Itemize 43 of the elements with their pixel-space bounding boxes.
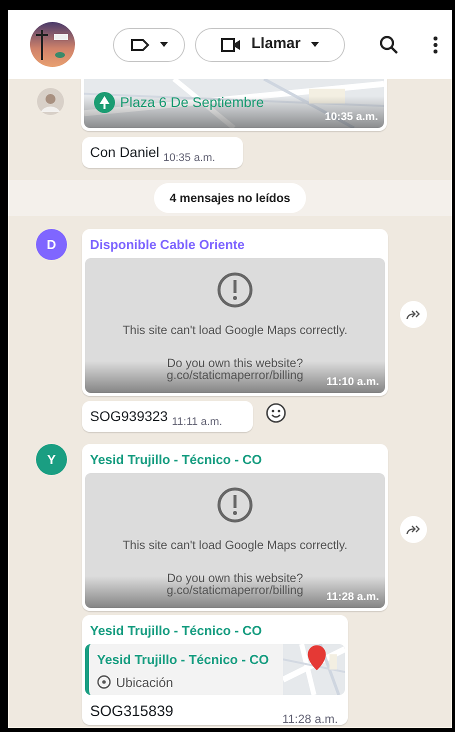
error-hint: Do you own this website? <box>166 357 304 369</box>
video-camera-icon <box>221 38 242 52</box>
quoted-location[interactable]: Yesid Trujillo - Técnico - CO Ubicación <box>85 644 345 695</box>
place-name: Plaza 6 De Septiembre <box>120 93 264 112</box>
sender-name: Disponible Cable Oriente <box>89 236 246 254</box>
error-hint: Do you own this website? <box>166 572 304 584</box>
warning-icon <box>217 272 253 308</box>
message-text: SOG315839 <box>90 702 174 722</box>
timestamp: 10:35 a.m. <box>324 110 378 124</box>
timestamp: 10:35 a.m. <box>163 150 216 166</box>
timestamp: 11:28 a.m. <box>326 590 379 604</box>
sender-avatar[interactable] <box>37 88 64 115</box>
emoji-reaction-button[interactable] <box>265 402 287 424</box>
label-icon <box>130 38 150 52</box>
group-avatar[interactable] <box>30 22 75 67</box>
timestamp: 11:28 a.m. <box>282 710 338 728</box>
search-icon <box>379 34 399 54</box>
timestamp: 11:11 a.m. <box>172 414 222 430</box>
sender-avatar[interactable]: D <box>36 229 67 260</box>
sender-avatar[interactable]: Y <box>36 444 67 475</box>
quoted-sender: Yesid Trujillo - Técnico - CO <box>97 651 270 669</box>
warning-icon <box>217 487 253 523</box>
sender-name: Yesid Trujillo - Técnico - CO <box>89 622 263 640</box>
location-pin-icon <box>97 675 111 690</box>
sender-name: Yesid Trujillo - Técnico - CO <box>89 451 263 469</box>
caret-icon <box>310 42 319 47</box>
forward-button[interactable] <box>400 301 427 328</box>
label-dropdown[interactable] <box>113 28 185 62</box>
call-button[interactable]: Llamar <box>195 28 345 62</box>
caret-icon <box>160 42 168 47</box>
error-text: This site can't load Google Maps correctly. <box>122 322 348 339</box>
forward-icon <box>406 524 422 534</box>
error-text: This site can't load Google Maps correctly. <box>122 537 348 554</box>
message-text: SOG939323 <box>90 407 168 426</box>
forward-button[interactable] <box>400 516 427 543</box>
menu-icon <box>433 36 438 54</box>
forward-icon <box>406 310 422 320</box>
location-label: Ubicación <box>116 674 174 692</box>
message-text: Con Daniel <box>90 143 160 162</box>
timestamp: 11:10 a.m. <box>326 374 379 390</box>
unread-count-pill: 4 mensajes no leídos <box>154 183 306 213</box>
location-message[interactable]: Plaza 6 De Septiembre 10:35 a.m. <box>81 79 387 131</box>
smiley-icon <box>265 402 287 424</box>
